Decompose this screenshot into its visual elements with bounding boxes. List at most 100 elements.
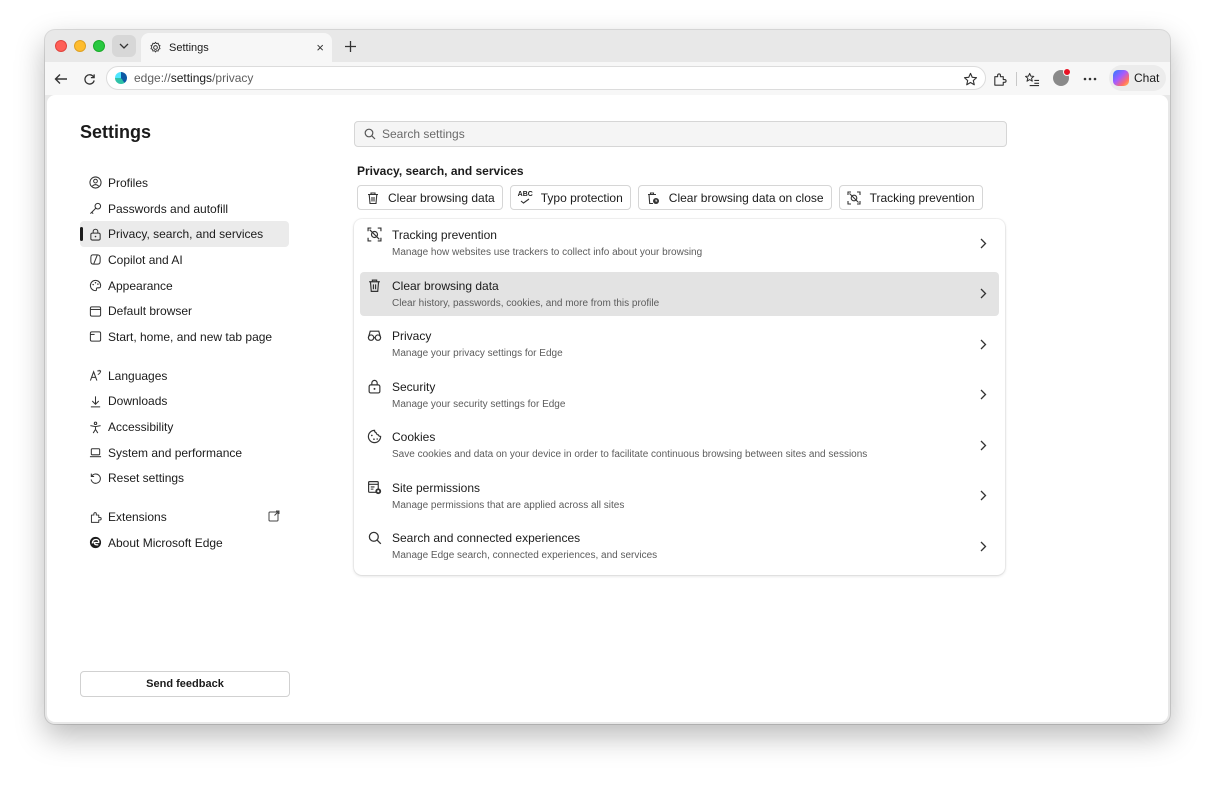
laptop-icon <box>89 446 102 459</box>
extensions-button[interactable] <box>990 70 1008 88</box>
sidebar-item-start-home[interactable]: Start, home, and new tab page <box>80 324 289 350</box>
open-external-icon[interactable] <box>268 510 280 522</box>
chip-tracking-prevention[interactable]: Tracking prevention <box>838 185 983 210</box>
sidebar-item-label: Start, home, and new tab page <box>108 329 273 344</box>
home-icon <box>89 330 102 343</box>
profile-avatar[interactable] <box>1053 68 1071 86</box>
sidebar-item-label: System and performance <box>108 445 243 460</box>
palette-icon <box>89 279 102 292</box>
trash-icon <box>365 190 380 205</box>
chip-label: Clear browsing data <box>388 190 495 205</box>
favorite-star-button[interactable] <box>961 70 979 88</box>
address-bar[interactable]: edge://settings/privacy <box>106 66 986 90</box>
chip-clear-browsing-data[interactable]: Clear browsing data <box>357 185 503 210</box>
edge-page-icon <box>115 72 127 84</box>
row-title: Security <box>392 379 436 394</box>
sidebar-item-about[interactable]: About Microsoft Edge <box>80 530 289 556</box>
chevron-right-icon <box>977 287 989 301</box>
sidebar-item-passwords[interactable]: Passwords and autofill <box>80 196 289 222</box>
sidebar-item-accessibility[interactable]: Accessibility <box>80 414 289 440</box>
lock-icon <box>367 379 382 394</box>
row-tracking-prevention[interactable]: Tracking prevention Manage how websites u… <box>360 221 999 265</box>
sidebar-item-label: Privacy, search, and services <box>108 227 264 242</box>
trash-icon <box>367 278 382 293</box>
sidebar-item-privacy[interactable]: Privacy, search, and services <box>80 221 289 248</box>
glasses-icon <box>367 328 382 343</box>
url-scheme: edge:// <box>134 71 171 85</box>
search-icon <box>364 128 376 140</box>
browser-toolbar: edge://settings/privacy Chat <box>45 62 1170 95</box>
chip-typo-protection[interactable]: ABC Typo protection <box>509 185 631 210</box>
back-button[interactable] <box>52 70 70 88</box>
sidebar-divider <box>80 491 290 504</box>
maximize-window-button[interactable] <box>93 40 105 52</box>
sidebar-item-profiles[interactable]: Profiles <box>80 170 289 196</box>
row-description: Manage Edge search, connected experience… <box>392 550 658 561</box>
sidebar-item-extensions[interactable]: Extensions <box>80 504 289 530</box>
sidebar-item-downloads[interactable]: Downloads <box>80 389 289 415</box>
row-description: Manage your security settings for Edge <box>392 398 566 410</box>
row-site-permissions[interactable]: Site permissions Manage permissions that … <box>360 474 999 518</box>
sidebar-item-default-browser[interactable]: Default browser <box>80 298 289 324</box>
ellipsis-icon <box>1083 77 1097 81</box>
sidebar-item-label: Extensions <box>108 510 167 525</box>
favorites-list-icon <box>1024 72 1040 87</box>
sidebar-item-appearance[interactable]: Appearance <box>80 273 289 299</box>
accessibility-icon <box>89 421 102 434</box>
profile-icon <box>89 176 102 189</box>
page-title: Settings <box>80 122 152 142</box>
row-security[interactable]: Security Manage your security settings fo… <box>360 373 999 417</box>
edge-logo-icon <box>89 536 102 549</box>
tab-strip: Settings × <box>45 30 1170 62</box>
more-menu-button[interactable] <box>1081 70 1099 88</box>
row-clear-browsing-data[interactable]: Clear browsing data Clear history, passwo… <box>360 271 999 316</box>
section-title: Privacy, search, and services <box>357 164 524 178</box>
close-window-button[interactable] <box>55 40 67 52</box>
new-tab-button[interactable] <box>341 37 359 55</box>
row-description: Manage permissions that are applied acro… <box>392 499 625 511</box>
tab-settings[interactable]: Settings × <box>141 33 332 62</box>
url-host: settings <box>170 71 213 85</box>
sidebar-item-label: About Microsoft Edge <box>108 535 223 550</box>
plus-icon <box>344 40 357 53</box>
row-title: Tracking prevention <box>392 228 497 242</box>
puzzle-icon <box>89 511 102 524</box>
tab-title: Settings <box>169 41 209 54</box>
sidebar-item-reset[interactable]: Reset settings <box>80 466 289 492</box>
send-feedback-button[interactable]: Send feedback <box>80 671 290 697</box>
spellcheck-icon-text: ABC <box>517 191 533 198</box>
row-search-connected[interactable]: Search and connected experiences Manage E… <box>360 524 999 568</box>
site-permissions-icon <box>367 480 382 495</box>
settings-page: Settings Profiles Passwords and autofill… <box>47 95 1168 722</box>
sidebar-item-label: Downloads <box>108 394 168 409</box>
chip-label: Typo protection <box>540 190 623 205</box>
settings-sidebar: Profiles Passwords and autofill Privacy,… <box>80 170 290 556</box>
tracking-icon <box>367 227 382 242</box>
minimize-window-button[interactable] <box>74 40 86 52</box>
sidebar-item-system[interactable]: System and performance <box>80 440 289 466</box>
refresh-button[interactable] <box>80 70 98 88</box>
browser-icon <box>89 305 102 318</box>
url-path: /privacy <box>212 71 254 85</box>
row-privacy[interactable]: Privacy Manage your privacy settings for … <box>360 322 999 366</box>
quick-links: Clear browsing data ABC Typo protection … <box>357 185 983 210</box>
sidebar-item-label: Passwords and autofill <box>108 201 229 216</box>
search-input[interactable]: Search settings <box>354 121 1007 147</box>
sidebar-item-label: Accessibility <box>108 420 174 435</box>
toolbar-separator <box>1016 72 1017 86</box>
sidebar-item-languages[interactable]: Languages <box>80 363 289 389</box>
sidebar-item-copilot[interactable]: Copilot and AI <box>80 247 289 273</box>
chevron-right-icon <box>977 388 989 402</box>
refresh-icon <box>83 73 96 86</box>
close-tab-icon[interactable]: × <box>316 40 324 55</box>
tab-actions-button[interactable] <box>112 35 136 57</box>
arrow-left-icon <box>54 73 68 85</box>
browser-window: Settings × edge://settings/privacy Chat … <box>45 30 1170 724</box>
row-cookies[interactable]: Cookies Save cookies and data on your dev… <box>360 423 999 467</box>
chip-clear-on-close[interactable]: Clear browsing data on close <box>637 185 832 210</box>
lock-icon <box>89 228 102 241</box>
copilot-chat-button[interactable]: Chat <box>1109 65 1166 91</box>
sidebar-divider <box>80 350 290 363</box>
sidebar-item-label: Default browser <box>108 304 193 319</box>
favorites-button[interactable] <box>1023 70 1041 88</box>
